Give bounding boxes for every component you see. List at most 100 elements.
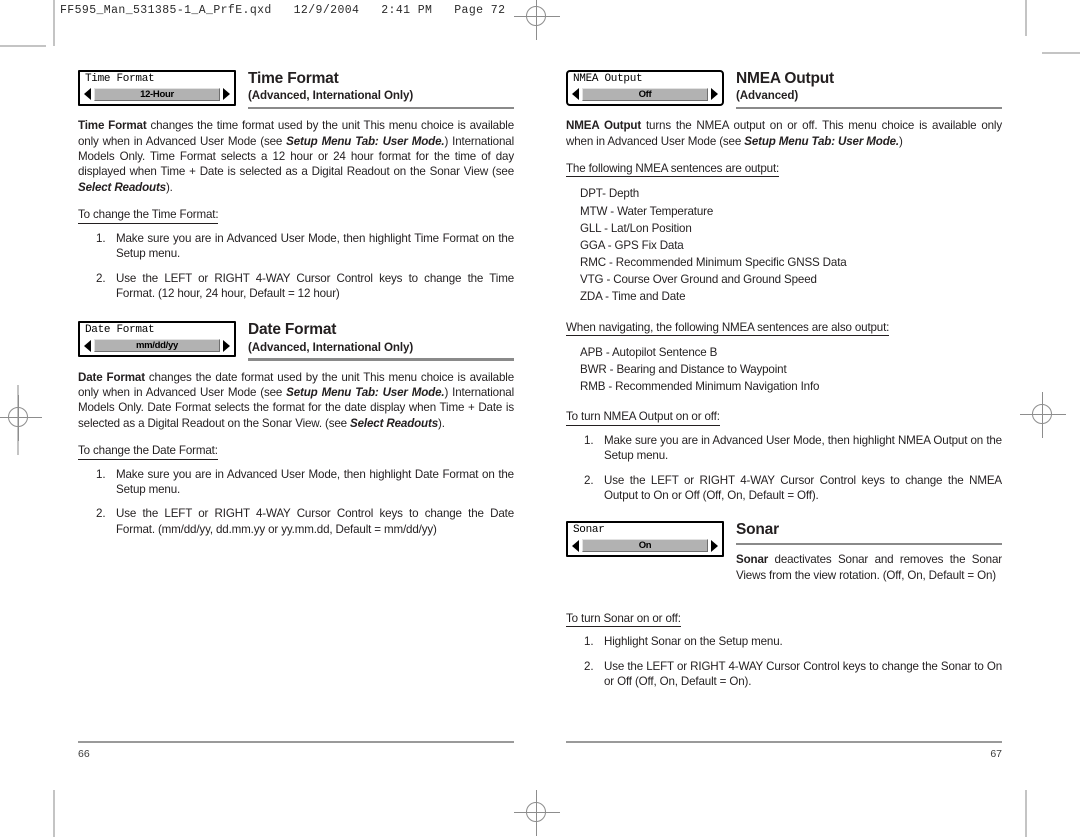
right-arrow-icon[interactable] [711,88,718,101]
title-divider [248,106,514,110]
steps-heading-wrap: To turn Sonar on or off: [566,599,1002,628]
section-nmea-output: NMEA Output Off NMEA Output (Advanced) N… [566,70,1002,503]
left-arrow-icon[interactable] [84,88,91,101]
widget-label: Sonar [573,524,605,537]
widget-value-row: mm/dd/yy [84,339,230,353]
right-arrow-icon[interactable] [223,88,230,101]
steps-list: Highlight Sonar on the Setup menu. Use th… [566,634,1002,689]
steps-heading: To turn NMEA Output on or off: [566,410,720,426]
nmea-nav-sentences-list: APB - Autopilot Sentence B BWR - Bearing … [566,344,1002,395]
crop-mark-bottom-right-vertical [1025,790,1028,837]
section-paragraph: Date Format changes the date format used… [78,370,514,430]
list-item: MTW - Water Temperature [580,204,714,218]
list-item: RMB - Recommended Minimum Navigation Inf… [580,380,820,394]
footer-divider [566,741,1002,744]
section-title: Date Format [248,321,337,339]
widget-value: mm/dd/yy [94,339,220,353]
left-arrow-icon[interactable] [572,539,579,552]
widget-value-row: On [572,539,718,553]
menu-widget-time-format[interactable]: Time Format 12-Hour [78,70,236,106]
title-divider [736,542,1002,546]
steps-heading-wrap: To change the Time Format: [78,195,514,224]
section-header: Time Format 12-Hour Time Format (Advance… [78,70,514,110]
crop-mark-top-right-horizontal [1042,52,1080,55]
right-arrow-icon[interactable] [711,539,718,552]
list-item: GGA - GPS Fix Data [580,238,684,252]
step-item: Use the LEFT or RIGHT 4-WAY Cursor Contr… [96,271,514,300]
step-item: Make sure you are in Advanced User Mode,… [96,467,514,496]
title-column: Sonar Sonar deactivates Sonar and remove… [728,521,1002,583]
page-left: Time Format 12-Hour Time Format (Advance… [78,70,514,546]
section-header: Date Format mm/dd/yy Date Format (Advanc… [78,321,514,361]
crop-mark-top-right-vertical [1025,0,1028,36]
widget-column: Time Format 12-Hour [78,70,240,106]
title-divider [248,358,514,361]
step-item: Make sure you are in Advanced User Mode,… [96,231,514,261]
steps-list: Make sure you are in Advanced User Mode,… [78,231,514,302]
step-item: Use the LEFT or RIGHT 4-WAY Cursor Contr… [584,659,1002,689]
widget-column: Date Format mm/dd/yy [78,321,240,358]
section-subtitle: (Advanced, International Only) [248,340,414,354]
steps-heading-wrap: To turn NMEA Output on or off: [566,397,1002,426]
widget-column: NMEA Output Off [566,70,728,106]
list-item: APB - Autopilot Sentence B [580,345,718,359]
registration-mark-right [1020,392,1066,438]
list-item: DPT- Depth [580,187,640,201]
section-header: NMEA Output Off NMEA Output (Advanced) [566,70,1002,110]
widget-value: 12-Hour [94,87,220,101]
crop-mark-bottom-left-vertical [53,790,56,837]
left-arrow-icon[interactable] [572,88,579,101]
list-item: RMC - Recommended Minimum Specific GNSS … [580,256,847,270]
nav-sentences-heading-wrap: When navigating, the following NMEA sent… [566,308,1002,336]
steps-list: Make sure you are in Advanced User Mode,… [78,467,514,538]
title-divider [736,106,1002,110]
step-item: Use the LEFT or RIGHT 4-WAY Cursor Contr… [584,473,1002,503]
steps-list: Make sure you are in Advanced User Mode,… [566,433,1002,504]
list-item: BWR - Bearing and Distance to Waypoint [580,363,787,377]
registration-mark-left [0,395,42,441]
widget-value: Off [582,87,708,101]
footer-divider [78,741,514,744]
section-header: Sonar On Sonar Sonar deactivates Sonar a… [566,521,1002,583]
widget-column: Sonar On [566,521,728,558]
section-title: Time Format [248,70,339,87]
list-item: VTG - Course Over Ground and Ground Spee… [580,273,817,287]
section-sonar: Sonar On Sonar Sonar deactivates Sonar a… [566,521,1002,689]
prepress-slug: FF595_Man_531385-1_A_PrfE.qxd 12/9/2004 … [60,4,506,17]
crop-mark-top-left-vertical [53,0,56,46]
right-arrow-icon[interactable] [223,339,230,352]
widget-value: On [582,539,708,553]
crop-mark-top-left-horizontal [0,45,46,48]
section-subtitle: (Advanced) [736,89,799,103]
page-number-right: 67 [990,748,1002,761]
page-number-left: 66 [78,748,90,761]
nmea-sentences-list: DPT- Depth MTW - Water Temperature GLL - L… [566,185,1002,305]
list-item: ZDA - Time and Date [580,290,686,304]
section-paragraph: NMEA Output turns the NMEA output on or … [566,119,1003,148]
footer-right: 67 [566,741,1002,760]
widget-label: Time Format [85,73,155,85]
menu-widget-nmea-output[interactable]: NMEA Output Off [566,70,724,106]
menu-widget-sonar[interactable]: Sonar On [566,521,724,558]
section-date-format: Date Format mm/dd/yy Date Format (Advanc… [78,321,514,537]
menu-widget-date-format[interactable]: Date Format mm/dd/yy [78,321,236,358]
section-title: Sonar [736,521,779,539]
registration-mark-top [514,0,560,40]
steps-heading-wrap: To change the Date Format: [78,431,514,460]
left-arrow-icon[interactable] [84,339,91,352]
step-item: Highlight Sonar on the Setup menu. [584,634,783,650]
steps-heading: To change the Time Format: [78,208,219,224]
sentences-heading: The following NMEA sentences are output: [566,162,779,178]
steps-heading: To turn Sonar on or off: [566,612,681,628]
section-paragraph: Time Format changes the time format used… [78,119,514,194]
widget-value-row: 12-Hour [84,87,230,101]
section-paragraph: Sonar deactivates Sonar and removes the … [736,553,1002,582]
section-title: NMEA Output [736,70,834,87]
section-time-format: Time Format 12-Hour Time Format (Advance… [78,70,514,301]
section-subtitle: (Advanced, International Only) [248,89,414,103]
step-item: Make sure you are in Advanced User Mode,… [584,433,1002,463]
title-column: Time Format (Advanced, International Onl… [240,70,514,110]
title-column: Date Format (Advanced, International Onl… [240,321,514,361]
widget-label: NMEA Output [573,73,643,85]
sentences-heading-wrap: The following NMEA sentences are output: [566,149,1002,178]
